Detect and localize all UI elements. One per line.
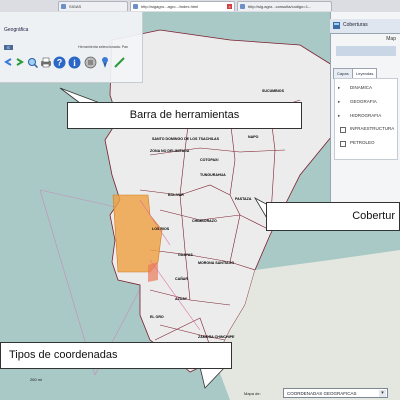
chevron-down-icon[interactable]: ▾ — [379, 390, 386, 397]
callout-coverage: Cobertur — [266, 202, 400, 231]
projection-label: Mapa de: — [244, 391, 261, 396]
callout-toolbar: Barra de herramientas — [67, 102, 302, 129]
map-scale: 260 mi — [30, 377, 43, 382]
callout-coordinates: Tipos de coordenadas — [0, 342, 232, 369]
coordinate-type-value: COORDENADAS GEOGRAFICAS — [287, 391, 357, 396]
callout-pointers — [59, 87, 269, 389]
coordinate-type-select[interactable]: COORDENADAS GEOGRAFICAS ▾ — [283, 388, 388, 398]
